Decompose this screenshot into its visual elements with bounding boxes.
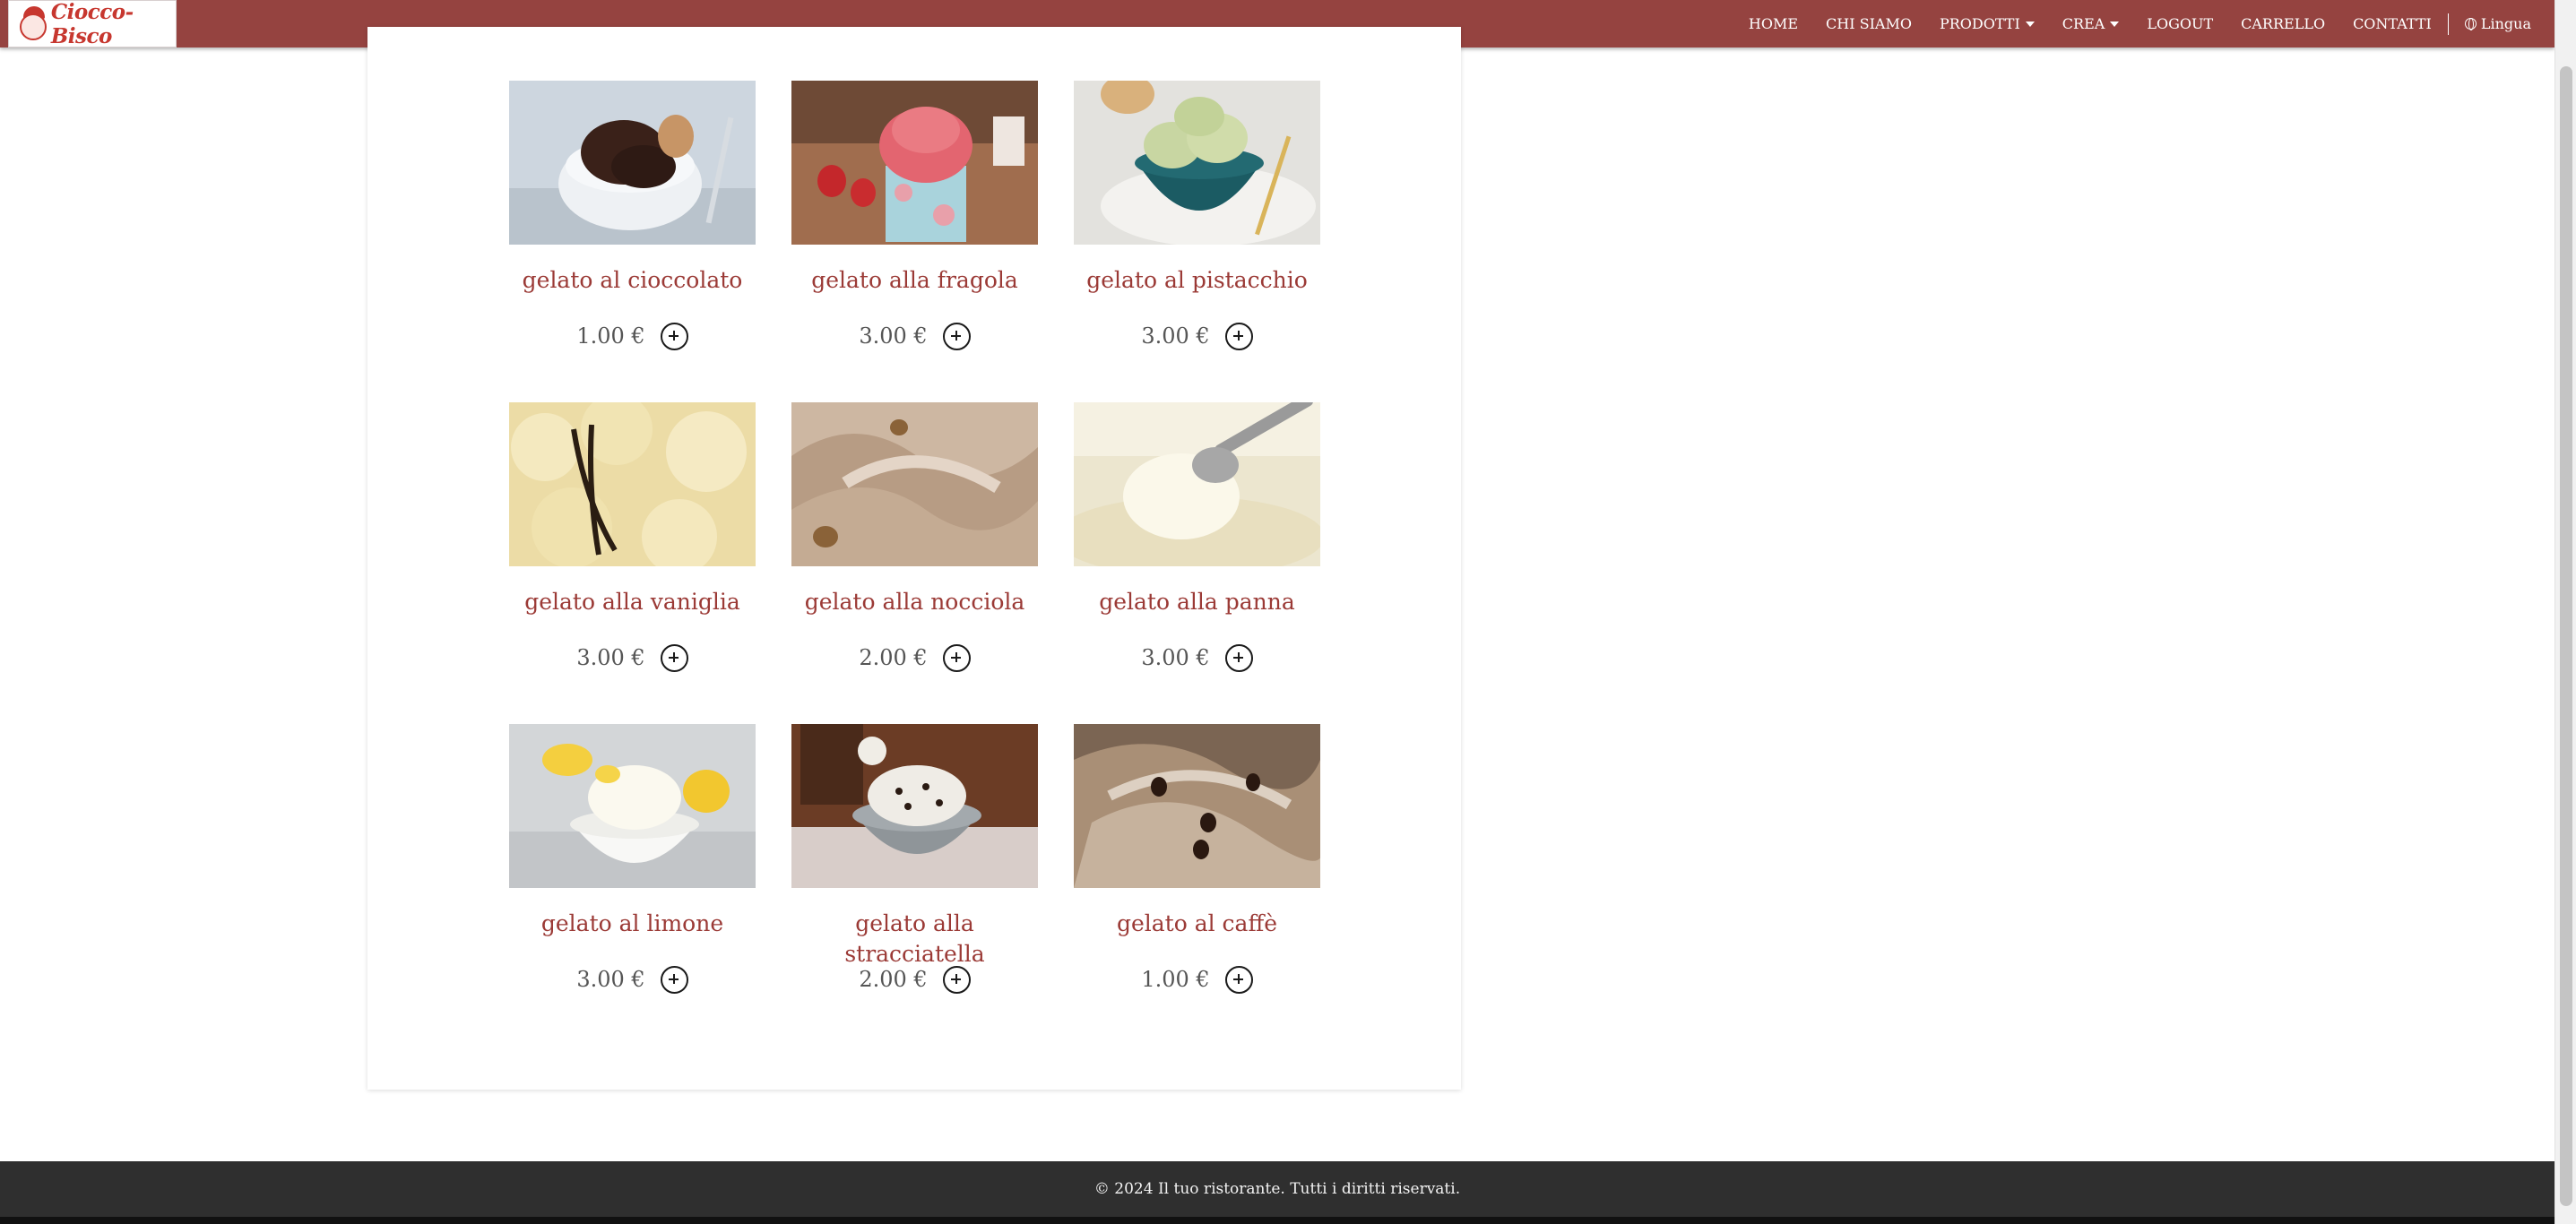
footer-bottom-strip — [0, 1217, 2576, 1224]
price-row: 3.00 € — [791, 321, 1038, 351]
add-to-cart-plus-icon[interactable] — [942, 643, 971, 672]
footer: © 2024 Il tuo ristorante. Tutti i diritt… — [0, 1161, 2554, 1217]
add-to-cart-plus-icon[interactable] — [660, 643, 688, 672]
brand-logo[interactable]: Ciocco-Bisco — [8, 0, 177, 48]
caret-down-icon — [2110, 21, 2120, 27]
add-to-cart-plus-icon[interactable] — [660, 322, 688, 350]
product-image-vanilla[interactable] — [509, 402, 756, 566]
add-to-cart-plus-icon[interactable] — [942, 322, 971, 350]
product-grid-card: gelato al cioccolato 1.00 € gelato alla … — [367, 27, 1461, 1090]
add-to-cart-plus-icon[interactable] — [660, 965, 688, 994]
product-price: 1.00 € — [576, 323, 645, 349]
price-row: 3.00 € — [1074, 321, 1320, 351]
product-image-stracciatella[interactable] — [791, 724, 1038, 888]
nav-home[interactable]: HOME — [1749, 15, 1798, 32]
price-row: 1.00 € — [509, 321, 756, 351]
price-row: 2.00 € — [791, 964, 1038, 995]
product-price: 2.00 € — [859, 645, 928, 670]
product-price: 3.00 € — [1141, 323, 1210, 349]
chef-mascot-icon — [14, 4, 47, 44]
footer-copyright: © 2024 Il tuo ristorante. Tutti i diritt… — [1094, 1180, 1461, 1198]
price-row: 2.00 € — [791, 642, 1038, 673]
product-item: gelato al caffè 1.00 € — [1074, 724, 1320, 995]
scrollbar-thumb[interactable] — [2560, 66, 2572, 1206]
main-nav: HOME CHI SIAMO PRODOTTI CREA LOGOUT CARR… — [1721, 0, 2531, 47]
nav-create-dropdown[interactable]: CREA — [2062, 15, 2120, 32]
nav-divider — [2447, 13, 2449, 35]
product-image-hazelnut[interactable] — [791, 402, 1038, 566]
brand-name: Ciocco-Bisco — [50, 0, 134, 48]
product-name[interactable]: gelato alla nocciola — [791, 587, 1038, 617]
add-to-cart-plus-icon[interactable] — [1224, 643, 1253, 672]
product-name[interactable]: gelato al caffè — [1074, 909, 1320, 939]
product-image-lemon[interactable] — [509, 724, 756, 888]
product-price: 2.00 € — [859, 967, 928, 992]
product-item: gelato al limone 3.00 € — [509, 724, 756, 995]
product-price: 3.00 € — [576, 645, 645, 670]
nav-logout[interactable]: LOGOUT — [2147, 15, 2213, 32]
product-image-cream[interactable] — [1074, 402, 1320, 566]
nav-products-label: PRODOTTI — [1939, 15, 2020, 32]
product-price: 3.00 € — [1141, 645, 1210, 670]
price-row: 3.00 € — [1074, 642, 1320, 673]
nav-about[interactable]: CHI SIAMO — [1826, 15, 1912, 32]
product-image-chocolate[interactable] — [509, 81, 756, 245]
nav-products-dropdown[interactable]: PRODOTTI — [1940, 15, 2035, 32]
product-item: gelato al pistacchio 3.00 € — [1074, 81, 1320, 351]
product-name[interactable]: gelato al pistacchio — [1074, 265, 1320, 296]
nav-language[interactable]: Lingua — [2464, 15, 2531, 32]
price-row: 1.00 € — [1074, 964, 1320, 995]
product-item: gelato alla stracciatella 2.00 € — [791, 724, 1038, 995]
price-row: 3.00 € — [509, 642, 756, 673]
product-price: 1.00 € — [1141, 967, 1210, 992]
product-name[interactable]: gelato al cioccolato — [509, 265, 756, 296]
product-name[interactable]: gelato alla fragola — [791, 265, 1038, 296]
product-price: 3.00 € — [576, 967, 645, 992]
product-price: 3.00 € — [859, 323, 928, 349]
nav-contacts[interactable]: CONTATTI — [2353, 15, 2432, 32]
nav-cart[interactable]: CARRELLO — [2241, 15, 2325, 32]
product-item: gelato al cioccolato 1.00 € — [509, 81, 756, 351]
add-to-cart-plus-icon[interactable] — [1224, 322, 1253, 350]
nav-language-label: Lingua — [2480, 15, 2531, 32]
vertical-scrollbar[interactable] — [2554, 0, 2576, 1224]
add-to-cart-plus-icon[interactable] — [942, 965, 971, 994]
price-row: 3.00 € — [509, 964, 756, 995]
product-item: gelato alla nocciola 2.00 € — [791, 402, 1038, 673]
product-image-strawberry[interactable] — [791, 81, 1038, 245]
add-to-cart-plus-icon[interactable] — [1224, 965, 1253, 994]
product-item: gelato alla panna 3.00 € — [1074, 402, 1320, 673]
product-item: gelato alla fragola 3.00 € — [791, 81, 1038, 351]
globe-icon — [2464, 18, 2477, 30]
product-image-pistachio[interactable] — [1074, 81, 1320, 245]
nav-create-label: CREA — [2062, 15, 2105, 32]
caret-down-icon — [2025, 21, 2035, 27]
product-name[interactable]: gelato alla stracciatella — [791, 909, 1038, 967]
product-name[interactable]: gelato alla vaniglia — [509, 587, 756, 617]
product-name[interactable]: gelato al limone — [509, 909, 756, 939]
product-item: gelato alla vaniglia 3.00 € — [509, 402, 756, 673]
product-image-coffee[interactable] — [1074, 724, 1320, 888]
product-name[interactable]: gelato alla panna — [1074, 587, 1320, 617]
